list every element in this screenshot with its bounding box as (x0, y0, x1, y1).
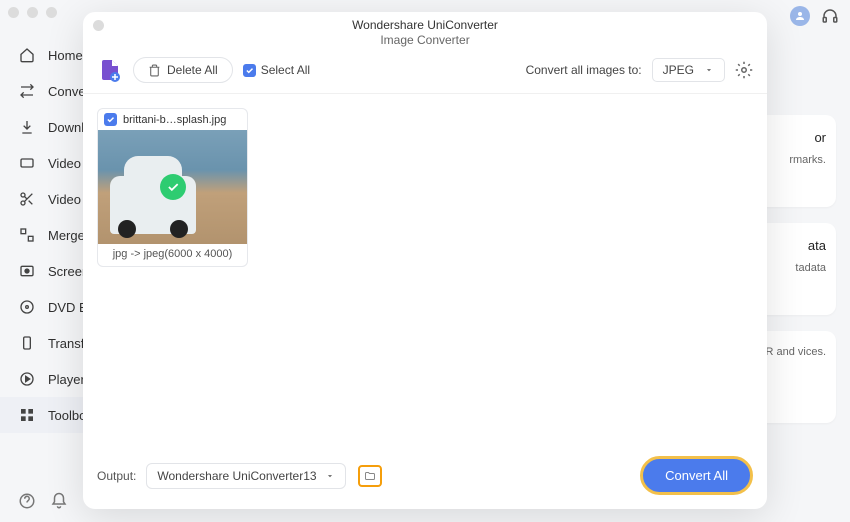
image-converter-modal: Wondershare UniConverter Image Converter… (83, 12, 767, 509)
play-icon (18, 370, 36, 388)
toolbar: Delete All Select All Convert all images… (83, 51, 767, 94)
delete-all-label: Delete All (167, 63, 218, 77)
help-icon[interactable] (18, 492, 36, 510)
image-thumbnail[interactable]: brittani-b…splash.jpg jpg -> jpeg(6000 x… (97, 108, 248, 267)
add-file-button[interactable] (97, 57, 123, 83)
sidebar-item-label: Player (48, 372, 85, 387)
convert-all-button[interactable]: Convert All (640, 456, 753, 495)
thumb-filename: brittani-b…splash.jpg (123, 114, 226, 126)
bell-icon[interactable] (50, 492, 68, 510)
grid-icon (18, 406, 36, 424)
open-folder-button[interactable] (358, 465, 382, 487)
output-path: Wondershare UniConverter13 (157, 469, 316, 483)
scissors-icon (18, 190, 36, 208)
output-path-dropdown[interactable]: Wondershare UniConverter13 (146, 463, 345, 489)
close-window-icon[interactable] (8, 7, 19, 18)
gear-icon[interactable] (735, 61, 753, 79)
modal-footer: Output: Wondershare UniConverter13 Conve… (83, 446, 767, 509)
disc-icon (18, 298, 36, 316)
checkbox-icon[interactable] (104, 113, 117, 126)
format-selected: JPEG (663, 63, 694, 77)
headphones-icon[interactable] (820, 6, 840, 26)
transfer-icon (18, 334, 36, 352)
thumb-header: brittani-b…splash.jpg (98, 109, 247, 130)
chevron-down-icon (325, 471, 335, 481)
sidebar-item-label: Home (48, 48, 83, 63)
user-avatar-icon[interactable] (790, 6, 810, 26)
chevron-down-icon (704, 65, 714, 75)
minimize-window-icon[interactable] (27, 7, 38, 18)
content-area: brittani-b…splash.jpg jpg -> jpeg(6000 x… (83, 94, 767, 446)
select-all-label: Select All (261, 63, 310, 77)
compress-icon (18, 154, 36, 172)
checkbox-icon (243, 64, 256, 77)
thumb-caption: jpg -> jpeg(6000 x 4000) (98, 244, 247, 266)
modal-header: Wondershare UniConverter Image Converter (83, 12, 767, 51)
toolbar-right: Convert all images to: JPEG (526, 58, 753, 82)
download-icon (18, 118, 36, 136)
convert-all-label: Convert All (665, 468, 728, 483)
record-icon (18, 262, 36, 280)
output-label: Output: (97, 469, 136, 483)
trash-icon (148, 64, 161, 77)
modal-subtitle: Image Converter (83, 33, 767, 47)
header-right-icons (790, 6, 840, 26)
format-dropdown[interactable]: JPEG (652, 58, 725, 82)
home-icon (18, 46, 36, 64)
delete-all-button[interactable]: Delete All (133, 57, 233, 83)
traffic-lights (8, 7, 57, 18)
bottom-icons (0, 480, 86, 522)
merge-icon (18, 226, 36, 244)
convert-icon (18, 82, 36, 100)
thumb-image (98, 130, 247, 244)
folder-icon (363, 470, 377, 482)
close-icon[interactable] (93, 20, 104, 31)
app-title: Wondershare UniConverter (83, 18, 767, 32)
convert-to-label: Convert all images to: (526, 63, 642, 77)
success-check-icon (160, 174, 186, 200)
maximize-window-icon[interactable] (46, 7, 57, 18)
select-all-checkbox[interactable]: Select All (243, 63, 310, 77)
